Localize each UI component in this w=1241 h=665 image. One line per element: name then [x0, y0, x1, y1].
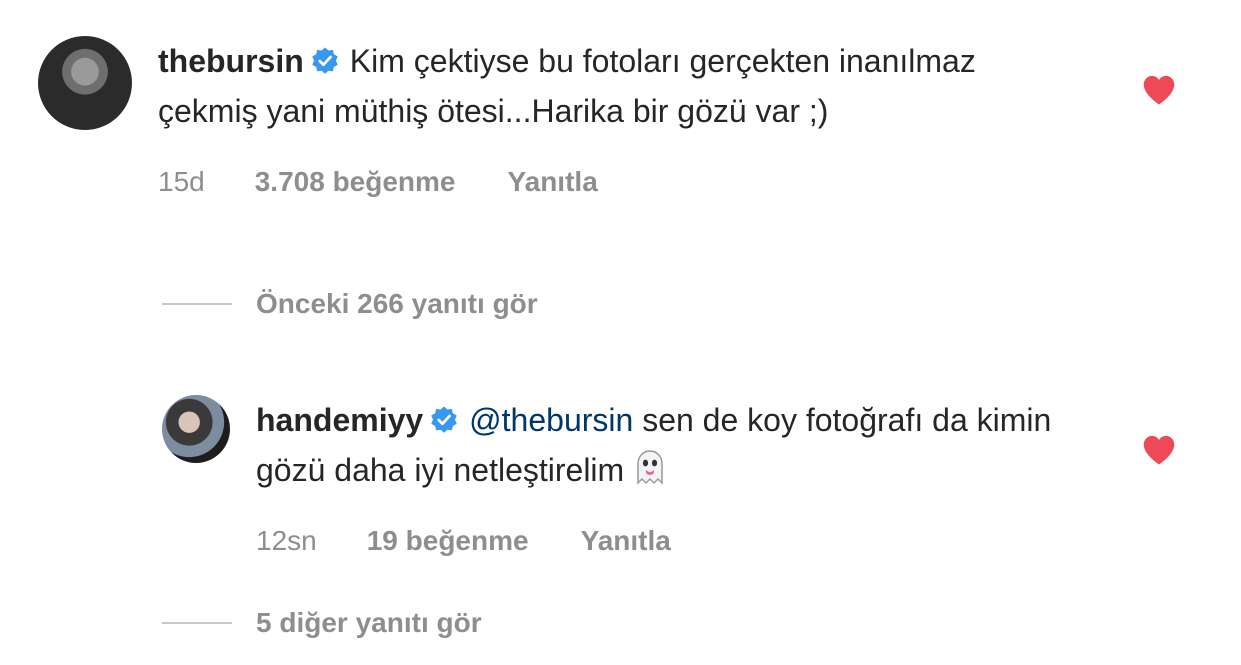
heart-icon[interactable] — [1141, 434, 1177, 466]
view-more-label[interactable]: 5 diğer yanıtı gör — [256, 607, 482, 639]
comment-meta: 15d 3.708 beğenme Yanıtla — [158, 166, 1198, 198]
comment-handemiyy: handemiyy @thebursin sen de koy fotoğraf… — [162, 395, 1202, 557]
username[interactable]: handemiyy — [256, 402, 423, 438]
comment-time[interactable]: 15d — [158, 166, 205, 198]
likes-count[interactable]: 19 beğenme — [367, 525, 529, 557]
comment-text-block: thebursin Kim çektiyse bu fotoları gerçe… — [158, 36, 1038, 136]
view-more-replies[interactable]: 5 diğer yanıtı gör — [162, 607, 482, 639]
comment-body: handemiyy @thebursin sen de koy fotoğraf… — [256, 395, 1202, 557]
username[interactable]: thebursin — [158, 43, 304, 79]
view-previous-replies[interactable]: Önceki 266 yanıtı gör — [162, 288, 538, 320]
comment-time[interactable]: 12sn — [256, 525, 317, 557]
verified-badge-icon — [312, 47, 338, 74]
mention-link[interactable]: @thebursin — [469, 402, 633, 438]
divider-line — [162, 622, 232, 624]
divider-line — [162, 303, 232, 305]
comment-meta: 12sn 19 beğenme Yanıtla — [256, 525, 1202, 557]
avatar[interactable] — [38, 36, 132, 130]
ghost-emoji-icon — [637, 450, 663, 485]
comments-thread: thebursin Kim çektiyse bu fotoları gerçe… — [0, 0, 1241, 665]
likes-count[interactable]: 3.708 beğenme — [255, 166, 456, 198]
reply-button[interactable]: Yanıtla — [508, 166, 598, 198]
comment-body: thebursin Kim çektiyse bu fotoları gerçe… — [158, 36, 1198, 198]
reply-button[interactable]: Yanıtla — [581, 525, 671, 557]
avatar[interactable] — [162, 395, 230, 463]
view-previous-label[interactable]: Önceki 266 yanıtı gör — [256, 288, 538, 320]
verified-badge-icon — [431, 406, 457, 433]
heart-icon[interactable] — [1141, 74, 1177, 106]
comment-thebursin: thebursin Kim çektiyse bu fotoları gerçe… — [38, 36, 1198, 198]
comment-text-block: handemiyy @thebursin sen de koy fotoğraf… — [256, 395, 1076, 495]
